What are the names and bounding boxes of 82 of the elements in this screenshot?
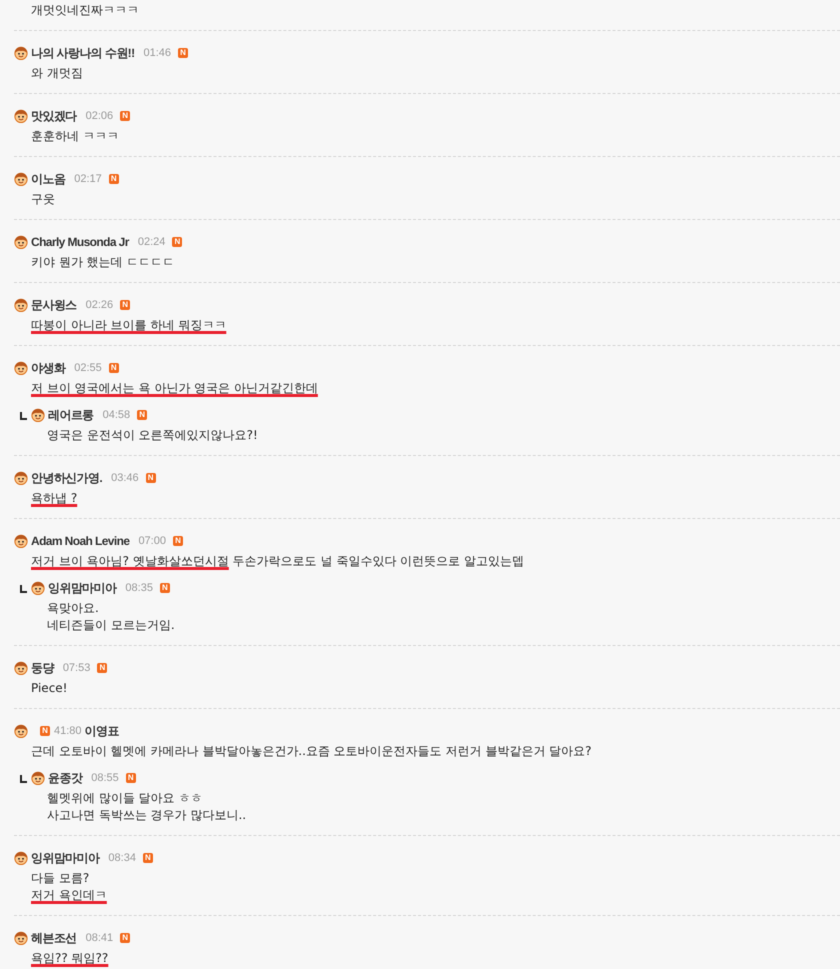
comment-text: 사고나면 독박쓰는 경우가 많다보니.. xyxy=(47,807,246,824)
reply-corner-icon xyxy=(20,412,27,420)
comment-text: 다들 모름? xyxy=(31,870,90,887)
comment-text: 키야 뭔가 했는데 ㄷㄷㄷㄷ xyxy=(31,254,174,271)
comment-time: 02:24 xyxy=(138,235,166,249)
new-badge: N xyxy=(146,473,156,483)
author-name: Charly Musonda Jr xyxy=(31,234,129,250)
comment-text: 따봉이 아니라 브이를 하네 뭐징ㅋㅋ xyxy=(31,317,226,334)
new-badge: N xyxy=(120,111,130,121)
comment-time: 02:17 xyxy=(74,172,102,186)
new-badge: N xyxy=(178,48,188,58)
face-icon xyxy=(14,46,28,60)
face-icon xyxy=(14,109,28,123)
face-icon xyxy=(14,724,28,738)
comment-time: 07:00 xyxy=(138,534,166,548)
comment-time: 03:46 xyxy=(111,471,139,485)
face-icon xyxy=(31,771,45,785)
new-badge: N xyxy=(120,300,130,310)
new-badge: N xyxy=(108,363,119,373)
face-icon xyxy=(14,661,28,675)
new-badge: N xyxy=(108,174,119,184)
face-icon xyxy=(31,408,45,422)
new-badge: N xyxy=(142,853,153,863)
comment-time: 04:58 xyxy=(102,408,130,422)
comment-text: 구웃 xyxy=(31,191,55,208)
comment-time: 08:55 xyxy=(91,771,119,785)
comment-text: 저거 브이 욕아님? 옛날화살쏘던시절 두손가락으로도 널 죽일수있다 이런뜻으로 알고있는뎁 xyxy=(31,553,524,570)
comment-text: 욕하냅 ? xyxy=(31,490,78,507)
comment-text: 개멋잇네진짜ㅋㅋㅋ xyxy=(31,2,139,19)
face-icon xyxy=(14,172,28,186)
reply-corner-icon xyxy=(20,585,27,593)
new-badge: N xyxy=(172,536,183,546)
face-icon xyxy=(14,931,28,945)
comment-time: 08:41 xyxy=(86,931,114,945)
comment-text: 훈훈하네 ㅋㅋㅋ xyxy=(31,128,119,145)
new-badge: N xyxy=(120,933,130,943)
author-name: 야생화 xyxy=(31,360,66,376)
author-name: 이노옴 xyxy=(31,171,66,187)
comment-time: 01:46 xyxy=(143,46,171,60)
comment-text: Piece! xyxy=(31,680,68,697)
comment-time: 08:34 xyxy=(108,851,136,865)
comment-time: 08:35 xyxy=(125,581,153,595)
new-badge: N xyxy=(160,583,170,593)
author-name: 헤븐조선 xyxy=(31,930,77,946)
comment-text: 저거 욕인데ㅋ xyxy=(31,887,107,904)
new-badge: N xyxy=(172,237,182,247)
author-name: 윤종갓 xyxy=(48,770,82,786)
author-name: Adam Noah Levine xyxy=(31,533,130,549)
author-name: 안녕하신가영. xyxy=(31,470,102,486)
comment-text: 헬멧위에 많이들 달아요 ㅎㅎ xyxy=(47,790,202,807)
comment-time: 02:55 xyxy=(74,361,102,375)
author-name: 나의 사랑나의 수원!! xyxy=(31,45,134,61)
comment-time: 41:80 xyxy=(54,724,82,738)
new-badge: N xyxy=(40,726,50,736)
comment-text: 네티즌들이 모르는거임. xyxy=(47,617,175,634)
new-badge: N xyxy=(137,410,148,420)
comment-text: 근데 오토바이 헬멧에 카메라나 블박달아놓은건가..요즘 오토바이운전자들도 저런거 블박같은거 달아요? xyxy=(31,743,592,760)
author-name: 맛있겠다 xyxy=(31,108,77,124)
comment-text: 욕임?? 뭐임?? xyxy=(31,950,108,967)
comment-text: 저 브이 영국에서는 욕 아닌가 영국은 아닌거같긴한데 xyxy=(31,380,318,397)
face-icon xyxy=(14,298,28,312)
comment-time: 02:26 xyxy=(86,298,114,312)
author-name: 레어르롱 xyxy=(48,407,94,423)
reply-corner-icon xyxy=(20,775,27,783)
comment-text: 영국은 운전석이 오른쪽에있지않나요?! xyxy=(47,427,258,444)
author-name: 문사윙스 xyxy=(31,297,77,313)
comment-text: 와 개멋짐 xyxy=(31,65,83,82)
author-name: 둥댱 xyxy=(31,660,54,676)
face-icon xyxy=(14,534,28,548)
author-name: 잉위맘마미아 xyxy=(31,850,100,866)
author-name: 잉위맘마미아 xyxy=(48,580,116,596)
comment-text: 욕맞아요. xyxy=(47,600,99,617)
face-icon xyxy=(14,361,28,375)
face-icon xyxy=(31,581,45,595)
comment-time: 07:53 xyxy=(62,661,90,675)
face-icon xyxy=(14,235,28,249)
face-icon xyxy=(14,851,28,865)
author-name: 이영표 xyxy=(84,723,119,739)
face-icon xyxy=(14,471,28,485)
new-badge: N xyxy=(97,663,108,673)
comment-time: 02:06 xyxy=(86,109,114,123)
new-badge: N xyxy=(126,773,136,783)
